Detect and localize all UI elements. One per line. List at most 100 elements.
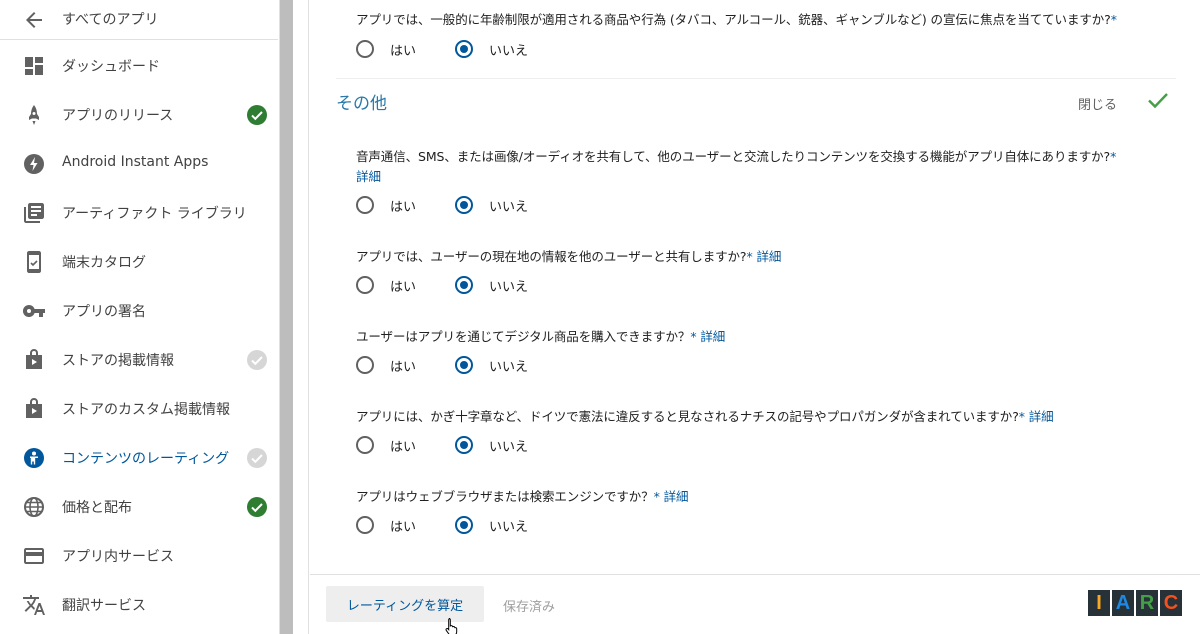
iarc-letter: C — [1160, 590, 1182, 616]
calculate-rating-button[interactable]: レーティングを算定 — [326, 586, 484, 622]
sidebar-item-label: ダッシュボード — [62, 59, 160, 75]
radio-no-label: いいえ — [489, 520, 529, 535]
details-link[interactable]: 詳細 — [664, 489, 689, 504]
radio-no-label: いいえ — [489, 440, 529, 455]
required-mark: * — [1110, 12, 1117, 27]
library-icon — [24, 203, 44, 223]
sidebar-item-translation-services[interactable]: 翻訳サービス — [0, 582, 278, 628]
iarc-logo: I A R C — [1088, 590, 1182, 616]
check-circle-pending-icon — [247, 448, 267, 468]
key-icon — [22, 305, 45, 317]
saved-status: 保存済み — [503, 600, 556, 615]
details-link[interactable]: 詳細 — [700, 329, 725, 344]
scroll-gutter[interactable] — [280, 0, 293, 634]
arrow-back-icon — [26, 12, 42, 28]
checkmark-icon — [1148, 93, 1168, 109]
question-text: アプリでは、ユーザーの現在地の情報を他のユーザーと共有しますか? — [356, 249, 747, 264]
radio-yes-label: はい — [390, 280, 417, 295]
card-icon — [24, 548, 44, 564]
sidebar-item-label: アプリの署名 — [62, 304, 146, 320]
check-circle-icon — [247, 105, 267, 125]
sidebar-item-label: アプリ内サービス — [62, 549, 174, 565]
required-mark: * — [1018, 409, 1025, 424]
sidebar-item-label: コンテンツのレーティング — [62, 451, 230, 467]
sidebar-item-app-signing[interactable]: アプリの署名 — [0, 288, 278, 334]
question-text: アプリはウェブブラウザまたは検索エンジンですか？ — [356, 489, 654, 504]
required-mark: * — [653, 489, 660, 504]
required-mark: * — [746, 249, 753, 264]
sidebar-item-label: ストアの掲載情報 — [62, 353, 174, 369]
sidebar-item-artifact-library[interactable]: アーティファクト ライブラリ — [0, 190, 278, 236]
sidebar: すべてのアプリ ダッシュボード アプリのリリース Android Instant… — [0, 0, 280, 634]
check-circle-pending-icon — [247, 350, 267, 370]
store-custom-icon — [26, 398, 42, 418]
translate-icon — [23, 595, 45, 615]
radio-no[interactable] — [455, 356, 473, 374]
radio-yes[interactable] — [356, 276, 374, 294]
globe-icon — [24, 497, 44, 517]
sidebar-item-custom-store-listing[interactable]: ストアのカスタム掲載情報 — [0, 386, 278, 432]
sidebar-item-label: Android Instant Apps — [62, 154, 209, 170]
sidebar-item-content-rating[interactable]: コンテンツのレーティング — [0, 435, 278, 481]
radio-yes[interactable] — [356, 356, 374, 374]
sidebar-item-device-catalog[interactable]: 端末カタログ — [0, 239, 278, 285]
radio-no[interactable] — [455, 276, 473, 294]
radio-yes-label: はい — [390, 200, 417, 215]
radio-yes[interactable] — [356, 436, 374, 454]
question-location-sharing: アプリでは、ユーザーの現在地の情報を他のユーザーと共有しますか?* 詳細 — [356, 246, 781, 265]
radio-no[interactable] — [455, 196, 473, 214]
dashboard-icon — [25, 57, 43, 75]
radio-yes[interactable] — [356, 40, 374, 58]
question-digital-purchases: ユーザーはアプリを通じてデジタル商品を購入できますか？* 詳細 — [356, 326, 725, 345]
question-text: ユーザーはアプリを通じてデジタル商品を購入できますか？ — [356, 329, 691, 344]
radio-no-label: いいえ — [489, 360, 529, 375]
details-link[interactable]: 詳細 — [356, 166, 381, 185]
store-icon — [26, 349, 42, 369]
close-section-link[interactable]: 閉じる — [1078, 94, 1117, 113]
sidebar-item-label: ストアのカスタム掲載情報 — [62, 402, 230, 418]
iarc-letter: A — [1112, 590, 1134, 616]
radio-no-label: いいえ — [489, 200, 529, 215]
question-text: 音声通信、SMS、または画像/オーディオを共有して、他のユーザーと交流したりコン… — [356, 149, 1111, 164]
radio-yes-label: はい — [390, 520, 417, 535]
sidebar-item-label: 端末カタログ — [62, 255, 146, 271]
rocket-icon — [29, 105, 39, 125]
radio-yes-label: はい — [390, 44, 417, 59]
required-mark: * — [690, 329, 697, 344]
radio-yes[interactable] — [356, 516, 374, 534]
radio-no[interactable] — [455, 516, 473, 534]
back-to-all-apps[interactable]: すべてのアプリ — [0, 0, 278, 40]
content-rating-form: アプリでは、一般的に年齢制限が適用される商品や行為 (タバコ、アルコール、銃器、… — [310, 0, 1200, 634]
radio-no[interactable] — [455, 436, 473, 454]
content-divider — [308, 0, 309, 634]
sidebar-item-pricing-distribution[interactable]: 価格と配布 — [0, 484, 278, 530]
question-web-browser: アプリはウェブブラウザまたは検索エンジンですか？* 詳細 — [356, 486, 689, 505]
question-nazi-symbols: アプリには、かぎ十字章など、ドイツで憲法に違反すると見なされるナチスの記号やプロ… — [356, 406, 1054, 425]
sidebar-item-label: アプリのリリース — [62, 108, 174, 124]
section-divider — [336, 78, 1176, 79]
required-mark: * — [1110, 149, 1117, 164]
sidebar-item-instant-apps[interactable]: Android Instant Apps — [0, 141, 278, 187]
iarc-letter: I — [1088, 590, 1110, 616]
sidebar-item-app-releases[interactable]: アプリのリリース — [0, 92, 278, 138]
details-link[interactable]: 詳細 — [756, 249, 781, 264]
hand-cursor-icon — [445, 618, 458, 634]
sidebar-item-store-listing[interactable]: ストアの掲載情報 — [0, 337, 278, 383]
details-link[interactable]: 詳細 — [1029, 409, 1054, 424]
radio-yes-label: はい — [390, 440, 417, 455]
back-label: すべてのアプリ — [62, 12, 159, 28]
iarc-letter: R — [1136, 590, 1158, 616]
sidebar-item-label: 価格と配布 — [62, 500, 132, 516]
sidebar-item-in-app-services[interactable]: アプリ内サービス — [0, 533, 278, 579]
sidebar-item-label: 翻訳サービス — [62, 598, 146, 614]
radio-no-label: いいえ — [489, 44, 529, 59]
radio-no[interactable] — [455, 40, 473, 58]
radio-yes[interactable] — [356, 196, 374, 214]
rating-icon — [24, 448, 44, 468]
check-circle-icon — [247, 497, 267, 517]
sidebar-item-label: アーティファクト ライブラリ — [62, 206, 247, 222]
section-title: その他 — [336, 94, 387, 114]
sidebar-item-dashboard[interactable]: ダッシュボード — [0, 43, 278, 89]
question-age-restricted: アプリでは、一般的に年齢制限が適用される商品や行為 (タバコ、アルコール、銃器、… — [356, 9, 1117, 28]
question-text: アプリには、かぎ十字章など、ドイツで憲法に違反すると見なされるナチスの記号やプロ… — [356, 409, 1019, 424]
